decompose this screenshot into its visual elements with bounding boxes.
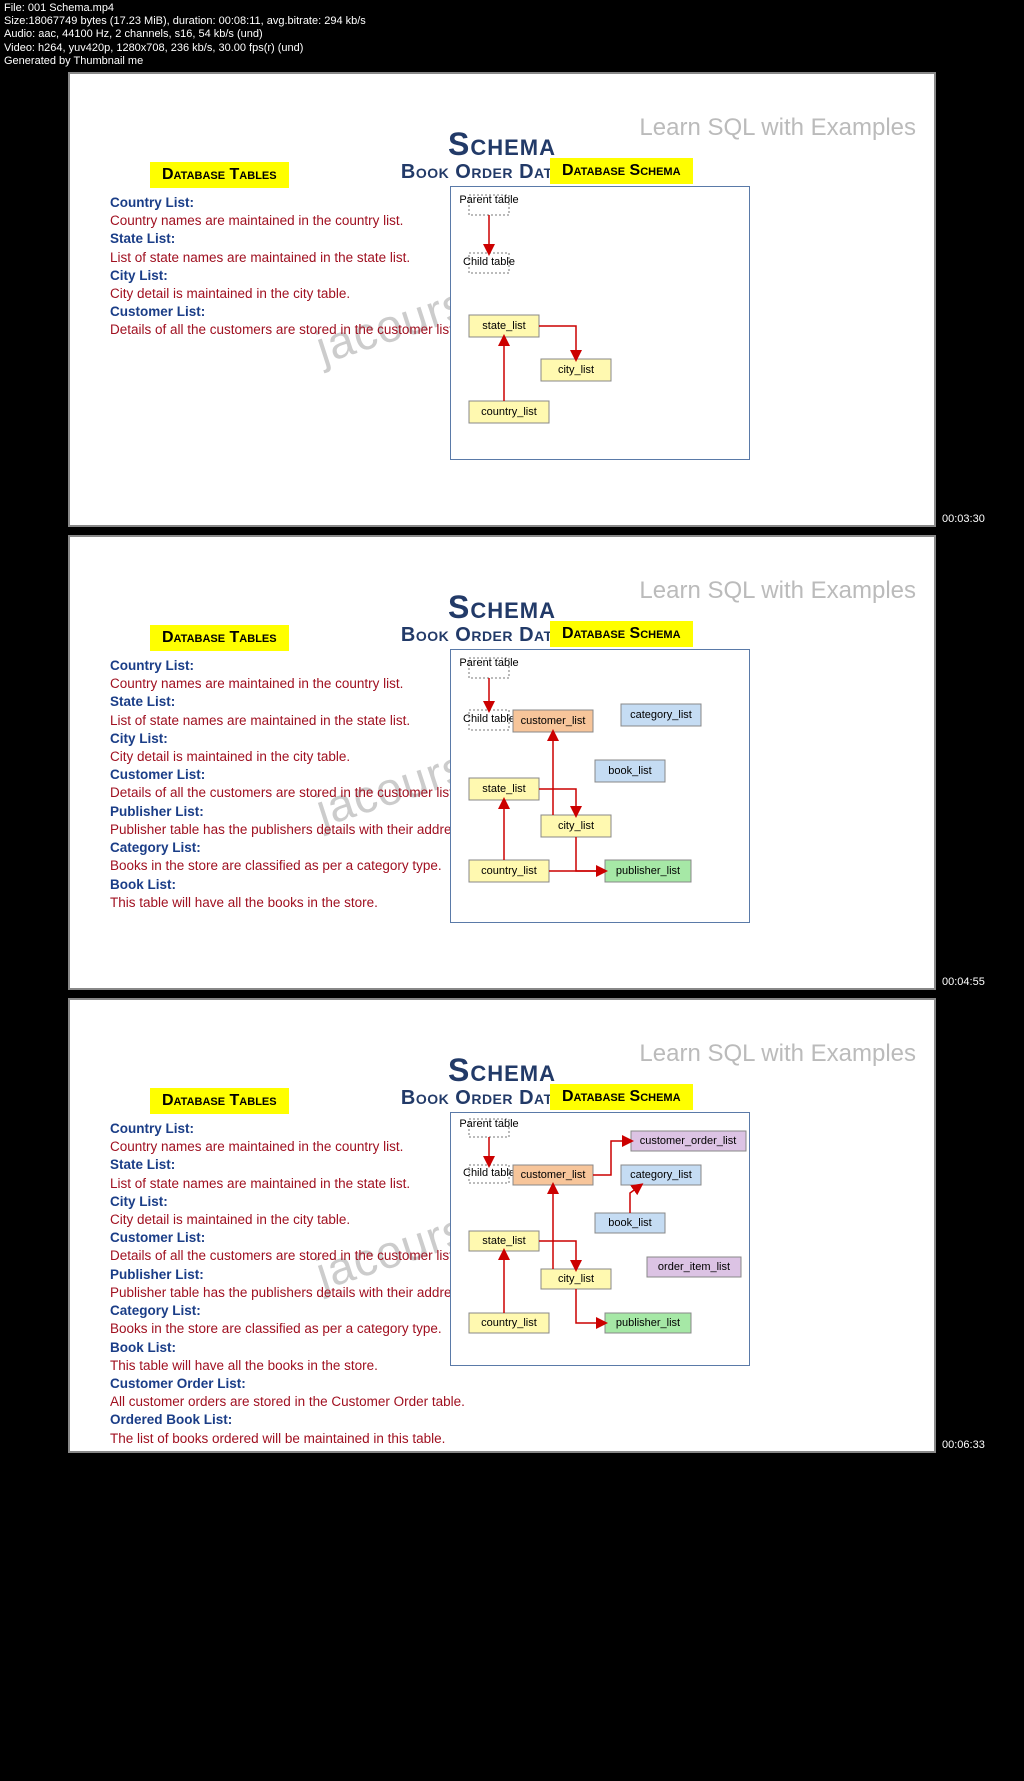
database-schema-heading: Database Schema [550, 1084, 693, 1110]
node-state-list: state_list [482, 783, 525, 795]
child-table-label: Child table [463, 713, 515, 725]
timestamp-1: 00:03:30 [942, 513, 985, 525]
def-category-body: Books in the store are classified as per… [110, 1320, 480, 1338]
node-order-item-list: order_item_list [658, 1261, 730, 1273]
def-country-body: Country names are maintained in the coun… [110, 212, 480, 230]
database-tables-heading: Database Tables [150, 162, 289, 188]
def-customer-body: Details of all the customers are stored … [110, 784, 480, 802]
node-book-list: book_list [608, 765, 651, 777]
def-customer-head: Customer List: [110, 1229, 480, 1247]
def-book-head: Book List: [110, 1339, 480, 1357]
database-schema-heading: Database Schema [550, 158, 693, 184]
node-category-list: category_list [630, 1169, 692, 1181]
def-publisher-body: Publisher table has the publishers detai… [110, 821, 480, 839]
def-custorder-head: Customer Order List: [110, 1375, 480, 1393]
watermark-text: Learn SQL with Examples [639, 577, 916, 605]
def-city-head: City List: [110, 267, 480, 285]
schema-diagram-box: Parent table Child table customer_list c… [450, 649, 750, 923]
meta-audio: Audio: aac, 44100 Hz, 2 channels, s16, 5… [4, 28, 1020, 41]
watermark-text: Learn SQL with Examples [639, 114, 916, 142]
definitions-list: Country List: Country names are maintain… [110, 1120, 480, 1448]
def-state-head: State List: [110, 230, 480, 248]
node-city-list: city_list [558, 364, 594, 376]
node-state-list: state_list [482, 1235, 525, 1247]
video-thumbnail-1: Learn SQL with Examples jacourses.com Sc… [68, 72, 936, 527]
schema-diagram-box: Parent table Child table state_list city… [450, 186, 750, 460]
def-publisher-head: Publisher List: [110, 1266, 480, 1284]
child-table-label: Child table [463, 1167, 515, 1179]
node-country-list: country_list [481, 406, 537, 418]
parent-table-label: Parent table [459, 1118, 518, 1130]
def-state-head: State List: [110, 693, 480, 711]
meta-video: Video: h264, yuv420p, 1280x708, 236 kb/s… [4, 42, 1020, 55]
def-country-head: Country List: [110, 657, 480, 675]
def-category-head: Category List: [110, 839, 480, 857]
def-publisher-head: Publisher List: [110, 803, 480, 821]
node-country-list: country_list [481, 865, 537, 877]
def-state-body: List of state names are maintained in th… [110, 712, 480, 730]
schema-diagram-box: Parent table Child table customer_order_… [450, 1112, 750, 1366]
def-city-body: City detail is maintained in the city ta… [110, 748, 480, 766]
def-city-body: City detail is maintained in the city ta… [110, 1211, 480, 1229]
timestamp-2: 00:04:55 [942, 976, 985, 988]
def-category-body: Books in the store are classified as per… [110, 857, 480, 875]
meta-gen: Generated by Thumbnail me [4, 55, 1020, 68]
schema-diagram: Parent table Child table customer_list c… [451, 650, 751, 924]
node-category-list: category_list [630, 709, 692, 721]
def-publisher-body: Publisher table has the publishers detai… [110, 1284, 480, 1302]
node-customer-list: customer_list [521, 715, 586, 727]
def-city-body: City detail is maintained in the city ta… [110, 285, 480, 303]
schema-diagram: Parent table Child table customer_order_… [451, 1113, 751, 1367]
def-customer-head: Customer List: [110, 766, 480, 784]
def-country-head: Country List: [110, 1120, 480, 1138]
node-state-list: state_list [482, 320, 525, 332]
def-city-head: City List: [110, 1193, 480, 1211]
database-tables-heading: Database Tables [150, 1088, 289, 1114]
node-publisher-list: publisher_list [616, 1317, 680, 1329]
video-thumbnail-3: Learn SQL with Examples jacourses.com Sc… [68, 998, 936, 1453]
def-state-head: State List: [110, 1156, 480, 1174]
definitions-list: Country List: Country names are maintain… [110, 657, 480, 912]
definitions-list: Country List: Country names are maintain… [110, 194, 480, 340]
def-book-body: This table will have all the books in th… [110, 1357, 480, 1375]
def-orderedbook-head: Ordered Book List: [110, 1411, 480, 1429]
schema-diagram: Parent table Child table state_list city… [451, 187, 751, 461]
def-orderedbook-body: The list of books ordered will be mainta… [110, 1430, 480, 1448]
def-customer-body: Details of all the customers are stored … [110, 1247, 480, 1265]
def-customer-head: Customer List: [110, 303, 480, 321]
node-customer-order-list: customer_order_list [640, 1135, 737, 1147]
def-country-body: Country names are maintained in the coun… [110, 675, 480, 693]
def-custorder-body: All customer orders are stored in the Cu… [110, 1393, 480, 1411]
meta-size: Size:18067749 bytes (17.23 MiB), duratio… [4, 15, 1020, 28]
node-city-list: city_list [558, 1273, 594, 1285]
def-country-body: Country names are maintained in the coun… [110, 1138, 480, 1156]
meta-file: File: 001 Schema.mp4 [4, 2, 1020, 15]
node-book-list: book_list [608, 1217, 651, 1229]
def-country-head: Country List: [110, 194, 480, 212]
timestamp-3: 00:06:33 [942, 1439, 985, 1451]
database-tables-heading: Database Tables [150, 625, 289, 651]
def-city-head: City List: [110, 730, 480, 748]
node-country-list: country_list [481, 1317, 537, 1329]
node-customer-list: customer_list [521, 1169, 586, 1181]
watermark-text: Learn SQL with Examples [639, 1040, 916, 1068]
parent-table-label: Parent table [459, 194, 518, 206]
def-state-body: List of state names are maintained in th… [110, 1175, 480, 1193]
def-customer-body: Details of all the customers are stored … [110, 321, 480, 339]
node-publisher-list: publisher_list [616, 865, 680, 877]
def-state-body: List of state names are maintained in th… [110, 249, 480, 267]
def-book-body: This table will have all the books in th… [110, 894, 480, 912]
parent-table-label: Parent table [459, 657, 518, 669]
child-table-label: Child table [463, 256, 515, 268]
video-thumbnail-2: Learn SQL with Examples jacourses.com Sc… [68, 535, 936, 990]
def-book-head: Book List: [110, 876, 480, 894]
database-schema-heading: Database Schema [550, 621, 693, 647]
def-category-head: Category List: [110, 1302, 480, 1320]
node-city-list: city_list [558, 820, 594, 832]
